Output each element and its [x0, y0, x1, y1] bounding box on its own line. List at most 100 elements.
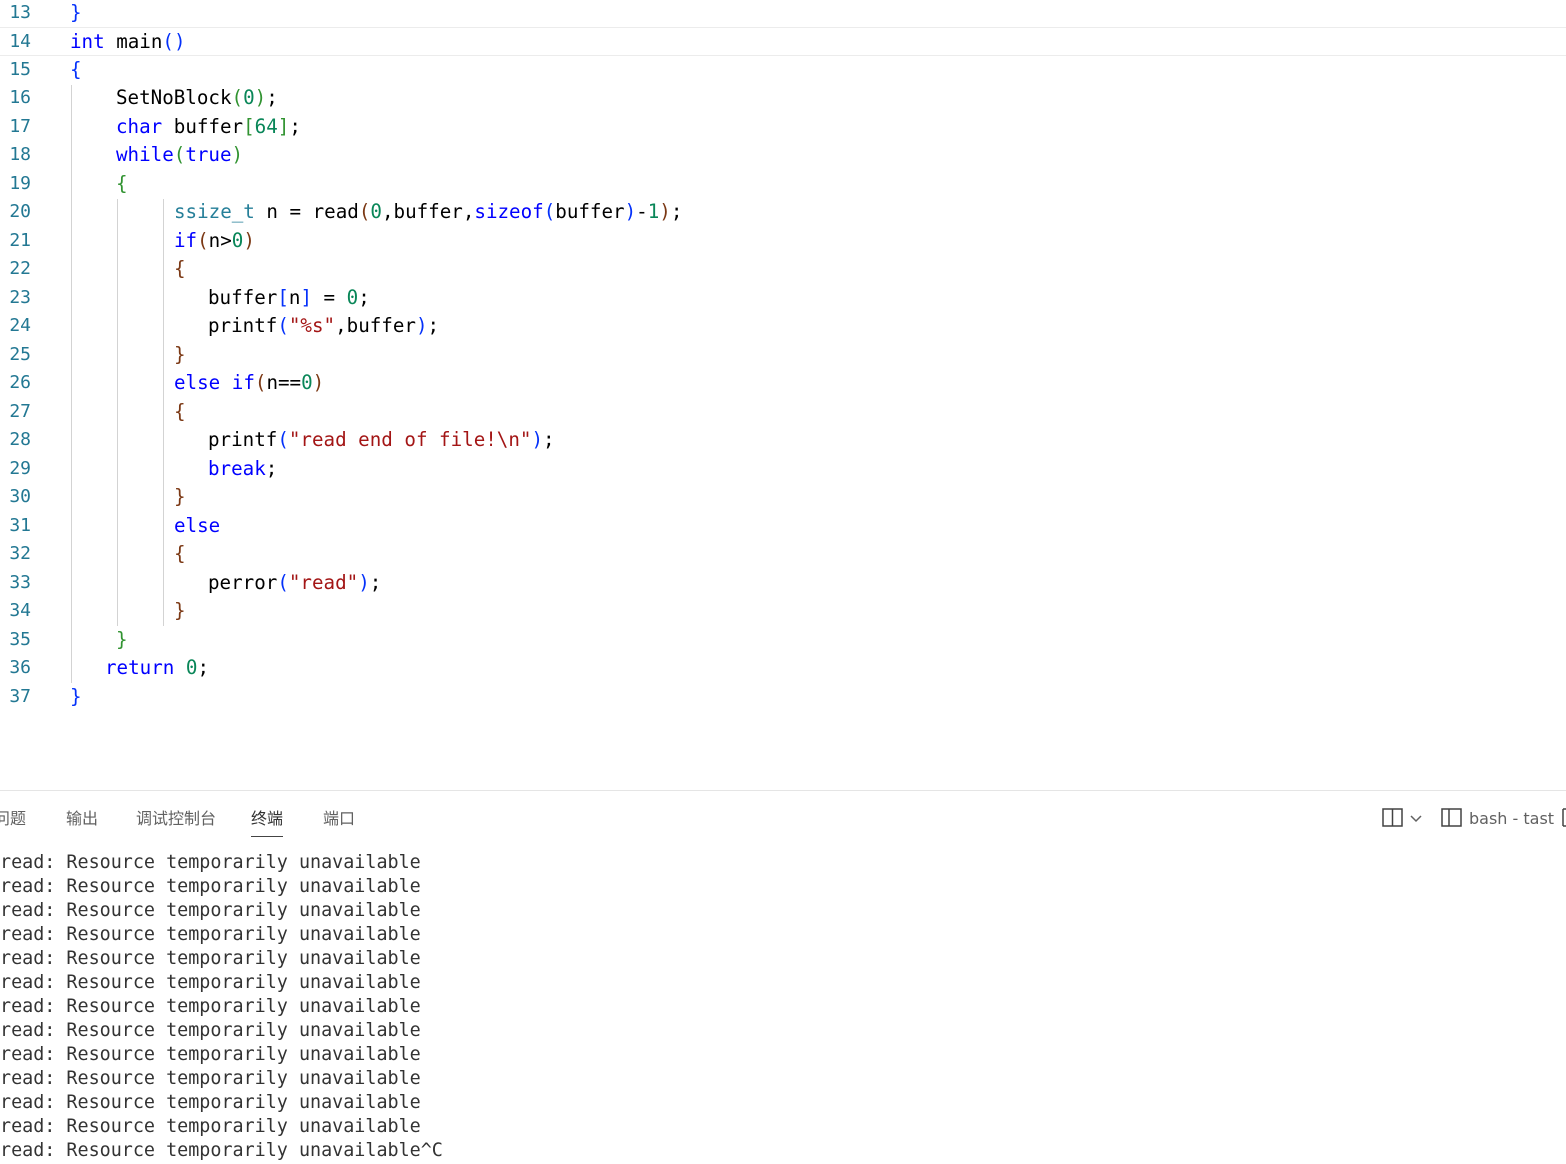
line-number: 22 — [9, 258, 31, 279]
code-token: ) — [531, 428, 544, 451]
code-token: } — [174, 485, 186, 508]
chevron-down-icon[interactable] — [1409, 808, 1423, 834]
panel-more-icon[interactable] — [1561, 808, 1566, 834]
code-line: 34} — [0, 597, 1566, 626]
code-token: [ — [277, 285, 289, 309]
terminal-icon — [1441, 808, 1463, 834]
code-token: ( — [231, 86, 244, 109]
code-token: ( — [543, 200, 556, 223]
code-token: ) — [312, 371, 325, 394]
terminal-line: read: Resource temporarily unavailable — [0, 924, 421, 945]
line-number: 17 — [9, 115, 31, 137]
code-token: ; — [265, 456, 278, 480]
code-token: { — [174, 399, 186, 423]
tab-ports[interactable]: 端口 — [323, 808, 355, 830]
code-token: n = read — [254, 200, 359, 223]
line-number: 36 — [9, 657, 31, 678]
code-token: ( — [277, 570, 289, 594]
code-token: n> — [208, 228, 232, 252]
code-token: ; — [543, 428, 555, 451]
line-number: 30 — [9, 486, 31, 507]
code-token: ( — [173, 143, 186, 166]
terminal-line: read: Resource temporarily unavailable^C — [0, 1140, 443, 1161]
line-number: 20 — [9, 201, 31, 222]
code-text: } — [174, 483, 186, 512]
code-token: ( — [277, 314, 289, 337]
code-token: ; — [266, 86, 278, 109]
code-line: 23 buffer[n] = 0; — [0, 284, 1566, 313]
code-text: printf("read end of file!\n"); — [208, 426, 555, 455]
code-line: 20 ssize_t n = read(0,buffer,sizeof(buffe… — [0, 198, 1566, 227]
terminal-line: read: Resource temporarily unavailable — [0, 900, 421, 921]
code-text: { — [174, 398, 186, 427]
line-number: 32 — [9, 543, 31, 564]
code-text: return 0; — [105, 654, 209, 683]
code-token: break — [208, 456, 266, 480]
code-token: "read" — [288, 570, 359, 594]
terminal-line: read: Resource temporarily unavailable — [0, 948, 421, 969]
code-token: sizeof — [474, 200, 544, 223]
line-number: 24 — [9, 315, 31, 336]
split-editor-icon[interactable] — [1382, 808, 1404, 834]
tab-problems[interactable]: 问题 — [0, 808, 26, 830]
code-token: main — [104, 30, 163, 53]
tab-debug-console[interactable]: 调试控制台 — [136, 808, 216, 830]
line-number: 25 — [9, 343, 31, 365]
code-token: { — [70, 57, 82, 81]
code-token: - — [636, 200, 648, 223]
code-token: ] — [300, 285, 312, 309]
code-line: 26 else if(n==0) — [0, 369, 1566, 398]
terminal-line: read: Resource temporarily unavailable — [0, 1068, 421, 1089]
code-text: else if(n==0) — [174, 369, 324, 398]
line-number: 19 — [9, 172, 31, 194]
code-line: 14 int main() — [0, 27, 1566, 56]
code-token: } — [116, 627, 128, 651]
code-token: 1 — [647, 200, 660, 223]
code-text: if(n>0) — [174, 227, 255, 256]
line-number: 33 — [9, 571, 31, 593]
code-line: 27 { — [0, 398, 1566, 427]
terminal-name[interactable]: bash - tast — [1469, 808, 1554, 830]
code-text: buffer[n] = 0; — [208, 284, 370, 313]
code-token: return — [105, 656, 175, 679]
code-token: ( — [277, 428, 289, 451]
code-token: printf — [208, 314, 278, 337]
code-token: { — [174, 257, 186, 280]
terminal-line: read: Resource temporarily unavailable — [0, 972, 421, 993]
tab-output[interactable]: 输出 — [66, 808, 98, 830]
line-number: 28 — [9, 429, 31, 450]
code-token: int — [70, 30, 105, 53]
code-token: "%s" — [288, 314, 336, 337]
line-number: 21 — [9, 229, 31, 251]
code-token: ,buffer — [335, 314, 416, 337]
code-text: char buffer[64]; — [116, 113, 301, 142]
code-token: buffer — [208, 285, 278, 309]
code-token: 0 — [370, 200, 382, 223]
code-line: 25} — [0, 341, 1566, 370]
code-text: SetNoBlock(0); — [116, 84, 278, 113]
code-token: ) — [358, 570, 370, 594]
code-text: } — [70, 0, 82, 27]
code-token: perror — [208, 570, 278, 594]
code-token: 0 — [243, 86, 255, 109]
code-token: if — [231, 371, 255, 394]
terminal-line: read: Resource temporarily unavailable — [0, 852, 421, 873]
terminal-output[interactable]: read: Resource temporarily unavailable re… — [0, 851, 1566, 1163]
tab-terminal[interactable]: 终端 — [251, 808, 284, 837]
code-line: 22 { — [0, 255, 1566, 284]
code-token: ) — [243, 228, 255, 252]
code-text: } — [174, 341, 186, 370]
terminal-line: read: Resource temporarily unavailable — [0, 1092, 421, 1113]
line-number: 34 — [9, 600, 31, 621]
line-number: 27 — [9, 400, 31, 422]
code-line: 16 SetNoBlock(0); — [0, 84, 1566, 113]
code-editor[interactable]: 13} 14 int main() 15{16 SetNoBlock(0); 17 char… — [0, 0, 1566, 790]
code-line: 19 { — [0, 170, 1566, 199]
code-line: 36 return 0; — [0, 654, 1566, 683]
code-token: ; — [197, 656, 209, 679]
code-line: 28 printf("read end of file!\n"); — [0, 426, 1566, 455]
code-text: { — [174, 540, 186, 569]
code-token: } — [70, 684, 82, 708]
code-text: break; — [208, 455, 277, 484]
code-token: [ — [243, 114, 255, 138]
